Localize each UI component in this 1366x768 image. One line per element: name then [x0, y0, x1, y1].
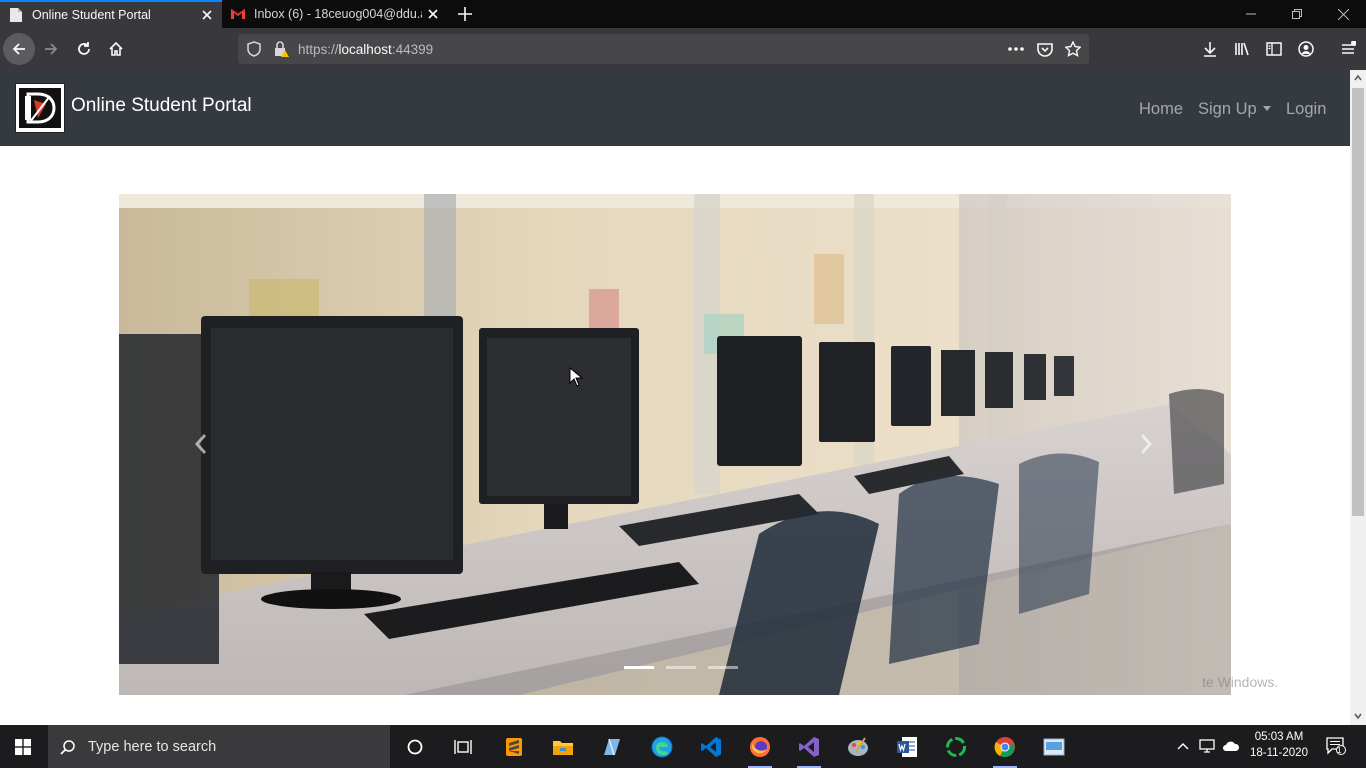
carousel-slide-image [119, 194, 1231, 695]
nav-link-login[interactable]: Login [1286, 100, 1326, 119]
close-window-icon[interactable] [1320, 0, 1366, 28]
url-text: https://localhost:44399 [298, 41, 434, 57]
search-placeholder: Type here to search [88, 738, 217, 755]
lock-warning-icon[interactable] [273, 41, 289, 57]
menu-hamburger-icon[interactable] [1332, 33, 1364, 65]
tab-title: Online Student Portal [32, 8, 151, 22]
restore-icon[interactable] [1274, 0, 1320, 28]
carousel-next-button[interactable] [1116, 394, 1176, 494]
sidebar-icon[interactable] [1258, 33, 1290, 65]
show-hidden-icons-chevron-icon[interactable] [1174, 737, 1192, 755]
page-icon [8, 7, 24, 23]
library-icon[interactable] [1226, 33, 1258, 65]
pocket-icon[interactable] [1037, 41, 1053, 57]
nav-link-home[interactable]: Home [1139, 100, 1183, 119]
page-viewport: Online Student Portal Home Sign Up Login [0, 70, 1350, 725]
gmail-icon [230, 6, 246, 22]
edit-tool-icon[interactable] [597, 732, 627, 762]
google-chrome-icon[interactable] [990, 732, 1020, 768]
browser-tab-strip: Online Student Portal Inbox (6) - 18ceuo… [0, 0, 1366, 28]
nav-dropdown-sign-up[interactable]: Sign Up [1198, 100, 1271, 119]
windows-taskbar: Type here to search 05:03 AM 18-11-2020 … [0, 725, 1366, 768]
visual-studio-icon[interactable] [794, 732, 824, 768]
close-tab-icon[interactable] [196, 4, 218, 26]
sublime-text-icon[interactable] [499, 732, 529, 762]
paint-tool-icon[interactable] [843, 732, 873, 762]
browser-navigation-bar: https://localhost:44399 [0, 28, 1366, 70]
taskbar-search-input[interactable]: Type here to search [48, 725, 390, 768]
action-center-notification-icon[interactable]: 1 [1325, 737, 1347, 755]
brand-name[interactable]: Online Student Portal [71, 95, 252, 117]
search-icon [60, 739, 75, 755]
firefox-icon[interactable] [745, 732, 775, 768]
account-icon[interactable] [1290, 33, 1322, 65]
site-navbar: Online Student Portal Home Sign Up Login [0, 70, 1350, 146]
task-view-icon[interactable] [448, 732, 478, 762]
clock-time: 05:03 AM [1254, 731, 1304, 743]
image-carousel [119, 194, 1231, 695]
close-tab-icon[interactable] [422, 3, 444, 25]
network-icon[interactable] [1198, 737, 1216, 755]
caret-down-icon [1262, 106, 1271, 111]
microsoft-word-icon[interactable] [892, 732, 922, 762]
tracking-protection-shield-icon[interactable] [246, 41, 262, 57]
vscode-icon[interactable] [696, 732, 726, 762]
carousel-indicator-2[interactable] [666, 666, 696, 669]
scroll-up-arrow-icon[interactable] [1354, 74, 1362, 82]
tab-title: Inbox (6) - 18ceuog004@ddu.a [254, 7, 422, 21]
back-button[interactable] [3, 33, 35, 65]
downloads-icon[interactable] [1194, 33, 1226, 65]
microsoft-edge-icon[interactable] [647, 732, 677, 762]
page-scrollbar[interactable] [1350, 70, 1366, 725]
tab-gmail-inbox[interactable]: Inbox (6) - 18ceuog004@ddu.a [222, 0, 448, 28]
scrollbar-thumb[interactable] [1352, 88, 1364, 516]
taskbar-clock[interactable]: 05:03 AM 18-11-2020 [1248, 729, 1310, 761]
control-panel-icon[interactable] [1039, 732, 1069, 762]
carousel-prev-button[interactable] [171, 394, 231, 494]
windows-start-icon[interactable] [0, 725, 46, 768]
minimize-icon[interactable] [1228, 0, 1274, 28]
notification-count: 1 [1337, 746, 1342, 755]
mouse-cursor-icon [569, 367, 583, 387]
carousel-indicator-1[interactable] [624, 666, 654, 669]
file-explorer-icon[interactable] [548, 732, 578, 762]
bookmark-star-icon[interactable] [1065, 41, 1081, 57]
home-icon[interactable] [100, 33, 132, 65]
tab-online-student-portal[interactable]: Online Student Portal [0, 0, 222, 28]
activate-windows-watermark: te Windows. [1202, 674, 1279, 690]
cortana-icon[interactable] [400, 732, 430, 762]
carousel-indicator-3[interactable] [708, 666, 738, 669]
forward-button[interactable] [35, 33, 67, 65]
clock-date: 18-11-2020 [1250, 747, 1308, 759]
nav-dropdown-label: Sign Up [1198, 100, 1257, 118]
sync-app-icon[interactable] [941, 732, 971, 762]
address-bar[interactable]: https://localhost:44399 [238, 34, 1089, 64]
brand-logo[interactable] [15, 83, 65, 133]
reload-icon[interactable] [68, 33, 100, 65]
page-actions-icon[interactable] [1008, 41, 1024, 57]
onedrive-cloud-icon[interactable] [1222, 737, 1240, 755]
carousel-indicators [624, 666, 738, 669]
new-tab-button[interactable] [452, 2, 478, 26]
scroll-down-arrow-icon[interactable] [1354, 712, 1362, 720]
